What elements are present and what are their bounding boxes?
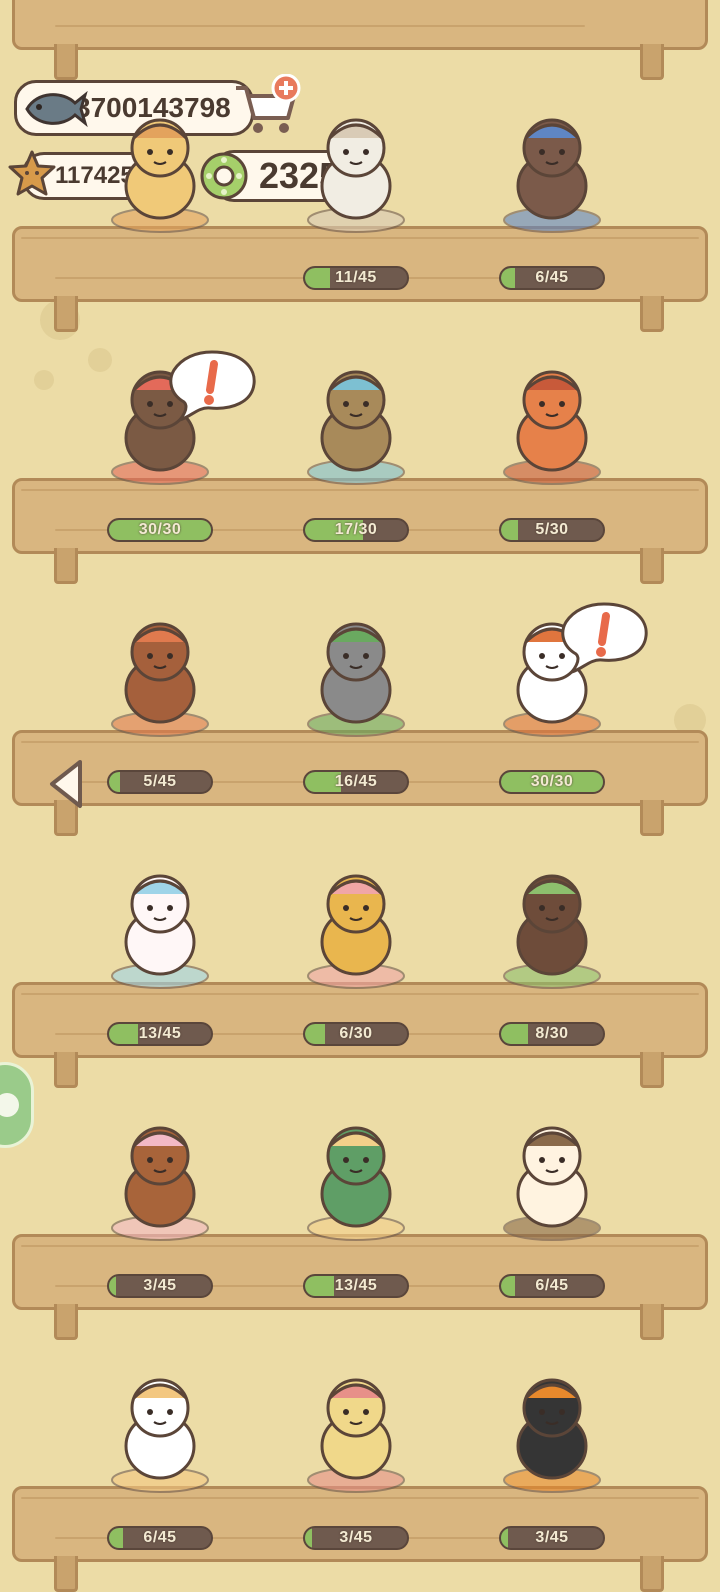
chevron-left-icon[interactable] xyxy=(46,758,86,810)
character-balloon-pomeranian[interactable] xyxy=(90,1358,230,1498)
character-christmas-tree-guinea-pig[interactable] xyxy=(286,1106,426,1246)
alert-bubble-icon[interactable] xyxy=(556,598,652,675)
progress-label: 11/45 xyxy=(335,269,377,286)
character-frost-bear[interactable] xyxy=(90,854,230,994)
character-snow-leopard[interactable] xyxy=(286,98,426,238)
side-tab-icon xyxy=(0,1093,19,1117)
progress-bar: 30/30 xyxy=(107,518,213,542)
character-barista-goat[interactable] xyxy=(286,602,426,742)
progress-bar: 6/45 xyxy=(499,266,605,290)
character-dachshund-heart[interactable] xyxy=(286,854,426,994)
alert-bubble-icon[interactable] xyxy=(164,346,260,423)
progress-bar: 11/45 xyxy=(303,266,409,290)
progress-label: 3/45 xyxy=(143,1277,177,1294)
progress-bar: 6/30 xyxy=(303,1022,409,1046)
progress-bar: 3/45 xyxy=(107,1274,213,1298)
character-maid-poodle[interactable] xyxy=(90,1106,230,1246)
progress-bar: 3/45 xyxy=(499,1526,605,1550)
progress-bar: 30/30 xyxy=(499,770,605,794)
progress-label: 17/30 xyxy=(334,521,378,538)
progress-bar: 3/45 xyxy=(303,1526,409,1550)
progress-label: 6/45 xyxy=(143,1529,177,1546)
character-green-cloud-dog[interactable] xyxy=(482,854,622,994)
character-flower-lion[interactable] xyxy=(286,1358,426,1498)
progress-label: 6/45 xyxy=(535,1277,569,1294)
progress-label: 6/30 xyxy=(339,1025,373,1042)
progress-label: 13/45 xyxy=(334,1277,378,1294)
fish-icon xyxy=(25,90,88,128)
progress-bar: 16/45 xyxy=(303,770,409,794)
progress-bar: 17/30 xyxy=(303,518,409,542)
progress-label: 30/30 xyxy=(530,773,574,790)
progress-bar: 8/30 xyxy=(499,1022,605,1046)
progress-bar: 13/45 xyxy=(303,1274,409,1298)
progress-label: 5/30 xyxy=(535,521,569,538)
progress-label: 3/45 xyxy=(339,1529,373,1546)
progress-bar: 5/30 xyxy=(499,518,605,542)
progress-bar: 13/45 xyxy=(107,1022,213,1046)
progress-label: 5/45 xyxy=(143,773,177,790)
progress-bar: 6/45 xyxy=(499,1274,605,1298)
character-basketball-tiger[interactable] xyxy=(482,350,622,490)
side-tab-button[interactable] xyxy=(0,1062,34,1148)
character-mushroom-poodle[interactable] xyxy=(90,602,230,742)
character-waffle[interactable] xyxy=(90,98,230,238)
progress-bar: 5/45 xyxy=(107,770,213,794)
character-toucan[interactable] xyxy=(482,1358,622,1498)
progress-label: 6/45 xyxy=(535,269,569,286)
progress-bar: 6/45 xyxy=(107,1526,213,1550)
progress-label: 16/45 xyxy=(334,773,378,790)
character-lounge-chair-pug[interactable] xyxy=(482,1106,622,1246)
character-mechanic-capybara[interactable] xyxy=(286,350,426,490)
character-blue-cloud-dog[interactable] xyxy=(482,98,622,238)
star-icon xyxy=(8,150,56,196)
progress-label: 13/45 xyxy=(138,1025,182,1042)
progress-label: 30/30 xyxy=(138,521,182,538)
progress-label: 8/30 xyxy=(535,1025,569,1042)
progress-label: 3/45 xyxy=(535,1529,569,1546)
